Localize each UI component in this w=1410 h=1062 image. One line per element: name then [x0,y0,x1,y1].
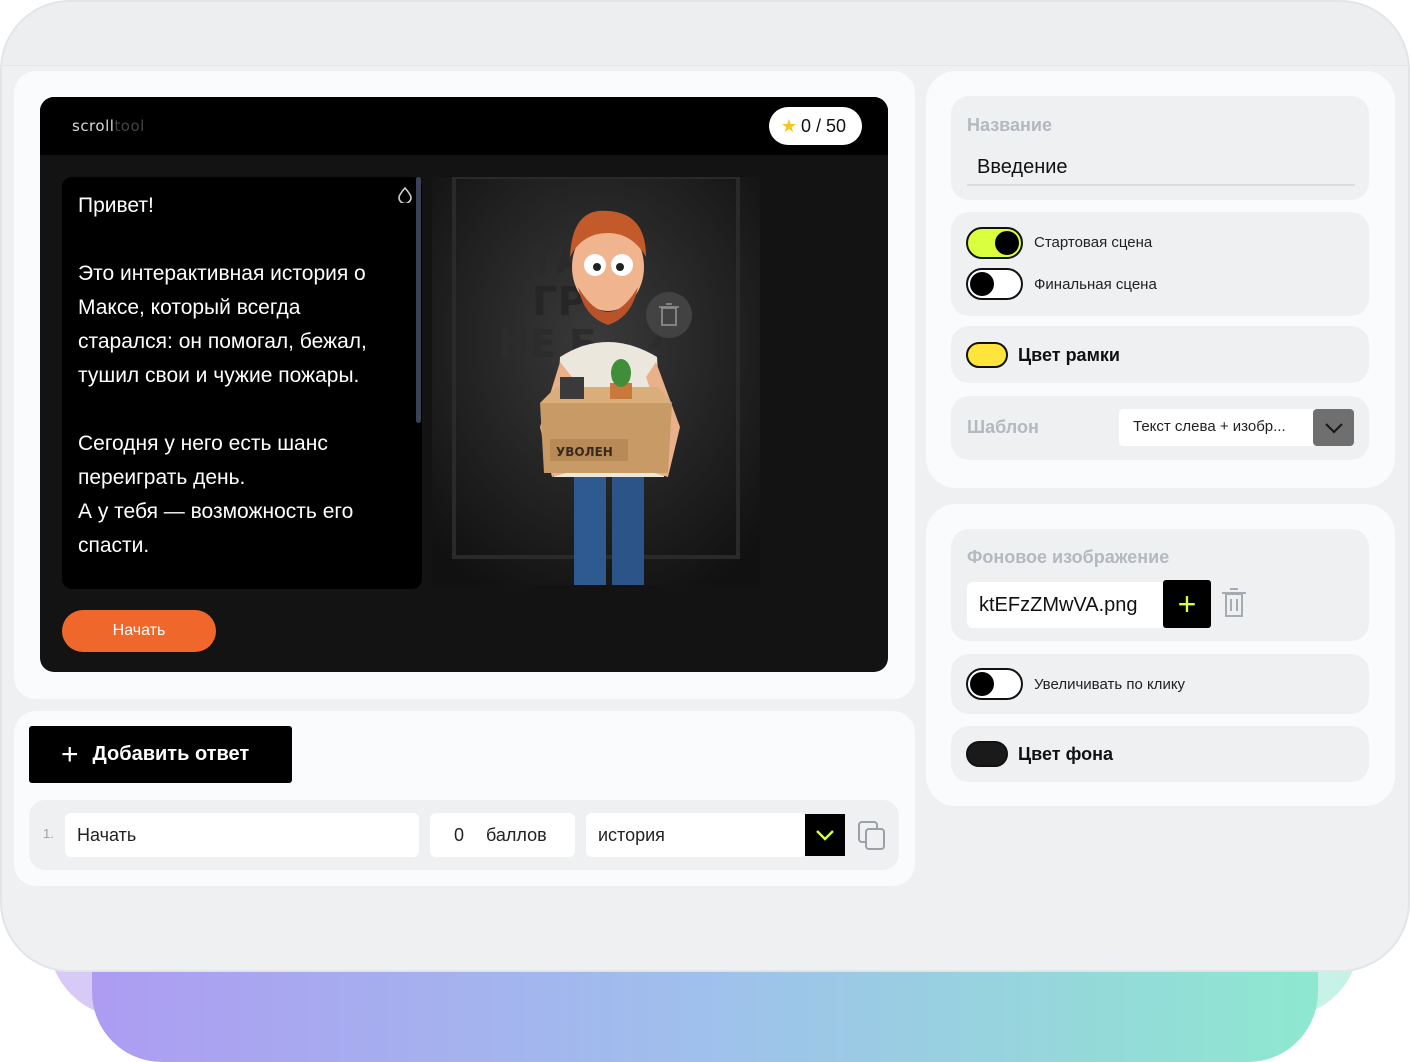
background-file-name[interactable]: ktEFzZMwVA.png [967,582,1165,628]
character-illustration: ТА ГР НЕ Б Я УВОЛЕН [432,177,760,585]
scrolltool-logo: scrolltool [72,117,145,135]
trash-icon [659,303,679,326]
image-delete-button[interactable] [646,292,692,338]
scene-name-input[interactable]: Введение [967,150,1355,186]
drop-icon[interactable] [398,187,412,203]
chevron-down-icon [1324,422,1343,434]
zoom-on-click-label: Увеличивать по клику [1034,676,1186,693]
background-image-label: Фоновое изображение [967,547,1170,567]
template-value: Текст слева + изобр... [1133,418,1286,435]
score-value: 0 / 50 [800,115,846,136]
answer-target-dropdown-button[interactable] [805,814,845,856]
answer-text-input[interactable]: Начать [65,813,419,857]
final-scene-toggle[interactable] [966,268,1023,300]
start-scene-label: Стартовая сцена [1034,234,1153,251]
template-dropdown-button[interactable] [1313,409,1354,446]
bg-color-card [951,726,1369,782]
scene-image: ТА ГР НЕ Б Я УВОЛЕН [432,177,760,585]
scene-preview: scrolltool ★ 0 / 50 Привет! Это интеракт… [40,97,888,672]
scene-text: Привет! Это интерактивная история о Макс… [78,194,367,557]
template-label: Шаблон [967,417,1039,437]
svg-text:УВОЛЕН: УВОЛЕН [556,445,613,459]
add-answer-button[interactable]: + Добавить ответ [29,726,292,783]
decorative-glow-lower [92,960,1318,1062]
frame-color-swatch[interactable] [966,342,1008,368]
answer-target-select[interactable]: история [586,813,806,857]
bg-color-label: Цвет фона [1018,744,1113,764]
final-scene-label: Финальная сцена [1034,276,1157,293]
template-select[interactable]: Текст слева + изобр... [1119,409,1354,446]
chevron-down-icon [816,830,834,841]
plus-icon: + [1177,586,1197,622]
upload-image-button[interactable]: + [1163,580,1211,628]
frame-color-label: Цвет рамки [1018,345,1120,365]
window-top-bar [2,2,1408,66]
score-badge: ★ 0 / 50 [768,107,862,145]
plus-icon: + [61,737,79,771]
trash-icon[interactable] [1221,588,1247,618]
preview-header: scrolltool ★ 0 / 50 [40,97,888,155]
frame-color-card [951,326,1369,383]
answer-row: 1. Начать 0 баллов история [29,800,899,870]
star-icon: ★ [780,115,797,136]
answer-points-input[interactable]: 0 баллов [430,813,575,857]
scene-text-box[interactable]: Привет! Это интерактивная история о Макс… [62,177,422,589]
start-scene-toggle[interactable] [966,227,1023,259]
text-scrollbar[interactable] [416,177,421,423]
zoom-on-click-toggle[interactable] [966,668,1023,700]
start-button[interactable]: Начать [62,610,216,652]
copy-icon[interactable] [857,820,887,852]
answer-number: 1. [43,826,54,841]
bg-color-swatch[interactable] [966,741,1008,767]
name-label: Название [967,115,1052,135]
